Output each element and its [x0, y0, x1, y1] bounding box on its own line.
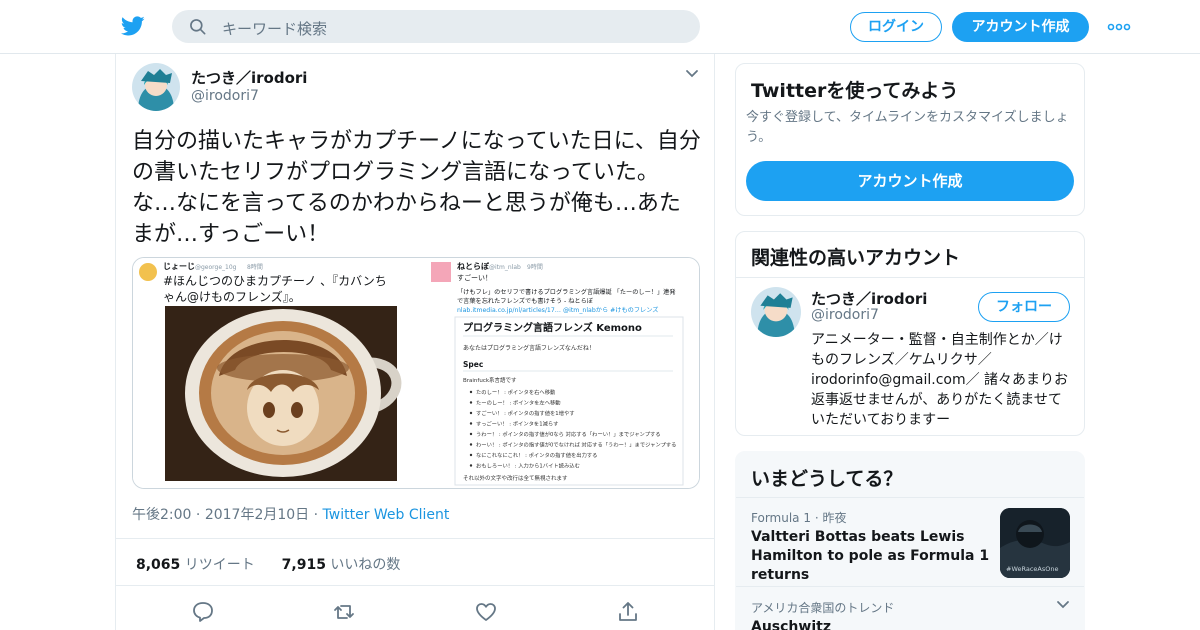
embedded-left-time: 8時間 [247, 263, 263, 271]
document-brainfuck: Brainfuck系言語です [463, 376, 517, 384]
author-handle[interactable]: @irodori7 [191, 88, 259, 104]
divider [736, 277, 1084, 278]
top-navigation-bar: キーワード検索 ログイン アカウント作成 [0, 0, 1200, 54]
document-title: プログラミング言語フレンズ Kemono [463, 321, 642, 334]
tweet-stats: 8,065 リツイート 7,915 いいねの数 [136, 554, 400, 574]
tweet-time[interactable]: 午後2:00 [132, 507, 191, 523]
embedded-right-line-1: すごーい！ [457, 273, 492, 282]
embedded-avatar-right [431, 262, 451, 282]
document-list-item: すっごーい！ : ポインタを1減らす [476, 420, 558, 428]
related-account-name[interactable]: たつき／irodori [811, 288, 927, 309]
document-list-bullet [469, 422, 473, 425]
embedded-left-text-1: #ほんじつのひまカプチーノ 、『カバンち [163, 274, 387, 288]
trend-1-time: 昨夜 [822, 511, 847, 525]
embedded-left-handle: @george_10g [195, 264, 237, 271]
tweet-media-image[interactable]: じょーじ @george_10g 8時間 #ほんじつのひまカプチーノ 、『カバン… [132, 257, 700, 489]
trend-1-title[interactable]: Valtteri Bottas beats Lewis Hamilton to … [751, 528, 995, 585]
embedded-left-text-2: ゃん@けものフレンズ』。 [163, 289, 301, 304]
trends-card-title: いまどうしてる？ [751, 468, 903, 490]
related-account-bio: アニメーター・監督・自主制作とか／けものフレンズ／ケムリクサ／irodorinf… [811, 332, 1069, 428]
embedded-right-link: nlab.itmedia.co.jp/nl/articles/17… @itm_… [457, 306, 659, 314]
document-list-bullet [469, 411, 473, 415]
document-list-item: うわー！ : ポインタの指す値が0なら 対応する「わーい！」までジャンプする [476, 430, 661, 438]
document-list-bullet [469, 453, 473, 457]
related-accounts-card: 関連性の高いアカウント たつき／irodori @irodori7 フォロー ア… [735, 231, 1085, 436]
trend-2-category: アメリカ合衆国のトレンド [751, 601, 895, 615]
document-intro: あなたはプログラミング言語フレンズなんだね！ [463, 344, 595, 352]
embedded-right-line-2: 「けもフレ」のセリフで書けるプログラミング言語爆誕 「たーのしー！」連発 [457, 288, 676, 296]
trend-1-thumbnail[interactable]: #WeRaceAsOne [1000, 508, 1070, 578]
embedded-right-time: 9時間 [527, 263, 543, 271]
tweet-detail: たつき／irodori @irodori7 自分の描いたキャラがカプチーノになっ… [115, 54, 715, 630]
divider [116, 538, 714, 539]
trend-1-category: Formula 1 [751, 511, 811, 525]
related-card-title: 関連性の高いアカウント [751, 247, 961, 269]
document-footer: それ以外の文字や改行は全て無視されます [463, 474, 568, 482]
meta-separator: · [313, 507, 323, 523]
tweet-date[interactable]: 2017年2月10日 [205, 507, 309, 523]
document-list-bullet [469, 443, 473, 446]
signup-card-description: 今すぐ登録して、タイムラインをカスタマイズしましょう。 [746, 110, 1069, 145]
document-list-bullet [469, 432, 473, 436]
signup-button[interactable]: アカウント作成 [952, 12, 1089, 42]
tweet-metadata: 午後2:00 · 2017年2月10日 · Twitter Web Client [132, 504, 449, 524]
divider [736, 497, 1084, 498]
login-button[interactable]: ログイン [850, 12, 942, 42]
divider [116, 585, 714, 586]
document-list-item: なにこれなにこれ！ : ポインタの指す値を出力する [476, 451, 597, 459]
like-count: 7,915 [281, 557, 326, 573]
embedded-right-user: ねとらぼ [457, 261, 490, 271]
chevron-down-icon[interactable] [1056, 600, 1070, 610]
share-icon[interactable] [616, 600, 640, 624]
document-list-item: たーのしー！ : ポインタを左へ移動 [476, 399, 561, 407]
embedded-right-line-3: で言葉を忘れたフレンズでも書けそう - ねとらぼ [457, 297, 594, 305]
related-account-handle[interactable]: @irodori7 [811, 307, 879, 323]
meta-separator: · [195, 507, 205, 523]
document-spec: Spec [463, 360, 483, 369]
twitter-bird-icon[interactable] [120, 14, 146, 38]
related-account-avatar[interactable] [751, 287, 801, 337]
trend-2-title[interactable]: Auschwitz [751, 618, 831, 630]
like-label: いいねの数 [330, 557, 401, 573]
trend-1-meta: Formula 1 · 昨夜 [751, 509, 846, 526]
latte-art-photo [165, 306, 402, 481]
document-list-item: すごーい！ : ポインタの指す値を1増やす [476, 409, 575, 417]
chevron-down-icon[interactable] [685, 69, 699, 79]
retweet-stat[interactable]: 8,065 リツイート [136, 557, 255, 573]
document-list-item: わーい！ : ポインタの指す値が0でなければ 対応する「うわー！」までジャンプす… [476, 441, 676, 449]
tweet-text: 自分の描いたキャラがカプチーノになっていた日に、自分の書いたセリフがプログラミン… [132, 129, 701, 247]
like-heart-icon[interactable] [474, 600, 498, 624]
author-avatar[interactable] [132, 63, 180, 111]
retweet-count: 8,065 [136, 557, 181, 573]
document-list-bullet [469, 464, 473, 467]
follow-button[interactable]: フォロー [978, 292, 1070, 322]
signup-prompt-card: Twitterを使ってみよう 今すぐ登録して、タイムラインをカスタマイズしましょ… [735, 63, 1085, 216]
divider [736, 586, 1084, 587]
tweet-client-link[interactable]: Twitter Web Client [323, 507, 450, 523]
document-list-item: たのしー！ : ポインタを右へ移動 [476, 388, 555, 396]
document-list-bullet [469, 390, 473, 394]
document-list-item: おもしろーい！ : 入力から1バイト読み込む [476, 462, 580, 470]
embedded-left-user: じょーじ [163, 262, 195, 271]
create-account-button[interactable]: アカウント作成 [746, 161, 1074, 201]
retweet-icon[interactable] [332, 600, 356, 624]
embedded-avatar-left [139, 263, 157, 281]
trends-card: いまどうしてる？ Formula 1 · 昨夜 Valtteri Bottas … [735, 451, 1085, 630]
like-stat[interactable]: 7,915 いいねの数 [282, 557, 401, 573]
media-composite: じょーじ @george_10g 8時間 #ほんじつのひまカプチーノ 、『カバン… [133, 258, 699, 488]
search-input[interactable]: キーワード検索 [222, 18, 327, 39]
signup-card-title: Twitterを使ってみよう [751, 80, 959, 102]
embedded-right-handle: @itm_nlab [489, 264, 521, 271]
author-name[interactable]: たつき／irodori [191, 67, 307, 88]
document-list-bullet [469, 401, 473, 404]
search-icon [190, 19, 206, 35]
retweet-label: リツイート [184, 557, 255, 573]
more-options-icon[interactable] [1107, 22, 1131, 32]
trend-1-thumbnail-text: #WeRaceAsOne [1006, 565, 1059, 573]
reply-icon[interactable] [191, 600, 215, 624]
search-bar[interactable]: キーワード検索 [172, 10, 700, 43]
